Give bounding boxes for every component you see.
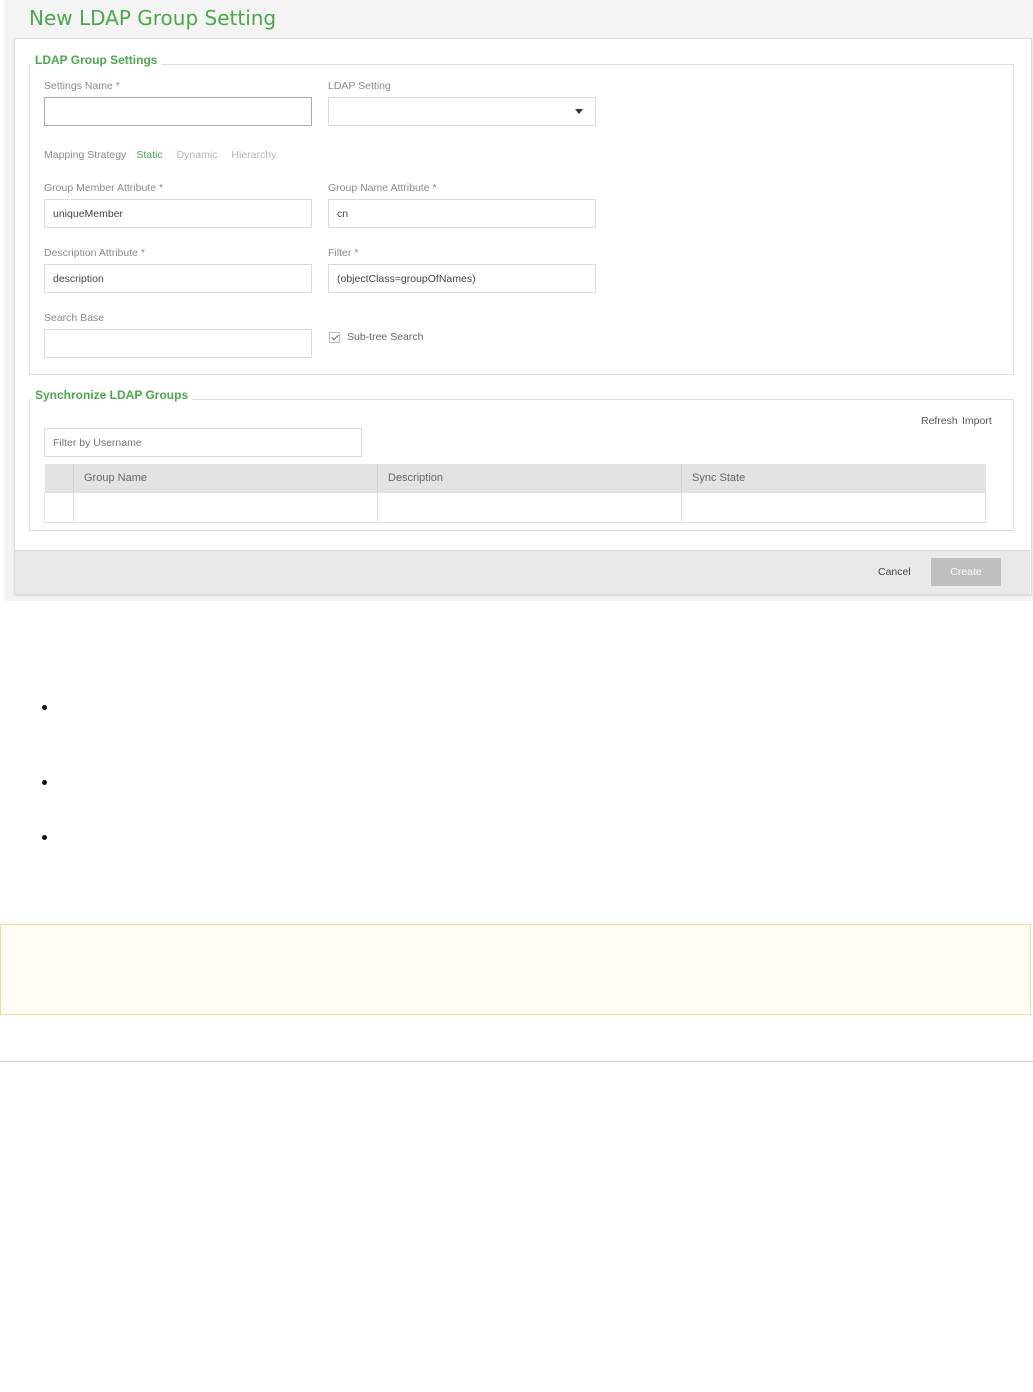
select-column-header[interactable] xyxy=(44,464,74,493)
group-member-attribute-input[interactable]: uniqueMember xyxy=(44,199,312,228)
bullet-icon xyxy=(42,705,47,710)
subtree-search-label: Sub-tree Search xyxy=(347,331,424,343)
mapping-strategy-hierarchy[interactable]: Hierarchy xyxy=(231,149,276,161)
search-base-input[interactable] xyxy=(44,329,312,358)
description-attribute-input[interactable]: description xyxy=(44,264,312,293)
column-header-description[interactable]: Description xyxy=(377,464,682,493)
cancel-button[interactable]: Cancel xyxy=(878,566,911,578)
description-attribute-label: Description Attribute * xyxy=(44,247,145,259)
chevron-down-icon xyxy=(575,109,583,114)
horizontal-divider xyxy=(0,1061,1033,1062)
group-name-attribute-label: Group Name Attribute * xyxy=(328,182,437,194)
mapping-strategy-label: Mapping Strategy xyxy=(44,149,127,161)
table-cell xyxy=(44,492,74,523)
bullet-icon xyxy=(42,835,47,840)
bullet-icon xyxy=(42,780,47,785)
mapping-strategy-static[interactable]: Static xyxy=(136,149,162,161)
check-icon xyxy=(330,332,339,340)
group-member-attribute-label: Group Member Attribute * xyxy=(44,182,164,194)
filter-username-input[interactable] xyxy=(44,428,362,457)
table-cell xyxy=(681,492,986,523)
settings-name-input[interactable] xyxy=(44,97,312,126)
sync-ldap-groups-legend: Synchronize LDAP Groups xyxy=(31,388,193,402)
create-button[interactable]: Create xyxy=(931,558,1001,586)
mapping-strategy-group: Mapping Strategy Static Dynamic Hierarch… xyxy=(44,149,276,161)
table-header-row: Group Name Description Sync State xyxy=(44,464,986,493)
import-link[interactable]: Import xyxy=(962,415,992,427)
table-cell xyxy=(73,492,378,523)
ldap-group-settings-legend: LDAP Group Settings xyxy=(31,53,162,67)
refresh-link[interactable]: Refresh xyxy=(921,415,958,427)
note-box xyxy=(0,924,1031,1015)
column-header-group-name[interactable]: Group Name xyxy=(73,464,378,493)
settings-name-label: Settings Name * xyxy=(44,80,120,92)
dialog-title: New LDAP Group Setting xyxy=(29,6,277,30)
mapping-strategy-dynamic[interactable]: Dynamic xyxy=(177,149,218,161)
filter-input[interactable]: (objectClass=groupOfNames) xyxy=(328,264,596,293)
filter-label: Filter * xyxy=(328,247,359,259)
column-header-sync-state[interactable]: Sync State xyxy=(681,464,986,493)
table-cell xyxy=(377,492,682,523)
subtree-search-checkbox[interactable] xyxy=(329,331,340,343)
table-row xyxy=(44,492,986,523)
search-base-label: Search Base xyxy=(44,312,105,324)
subtree-search-option[interactable]: Sub-tree Search xyxy=(329,331,423,343)
ldap-groups-table: Group Name Description Sync State xyxy=(44,464,986,523)
group-name-attribute-input[interactable]: cn xyxy=(328,199,596,228)
ldap-setting-label: LDAP Setting xyxy=(328,80,391,92)
ldap-setting-select[interactable] xyxy=(328,97,596,126)
